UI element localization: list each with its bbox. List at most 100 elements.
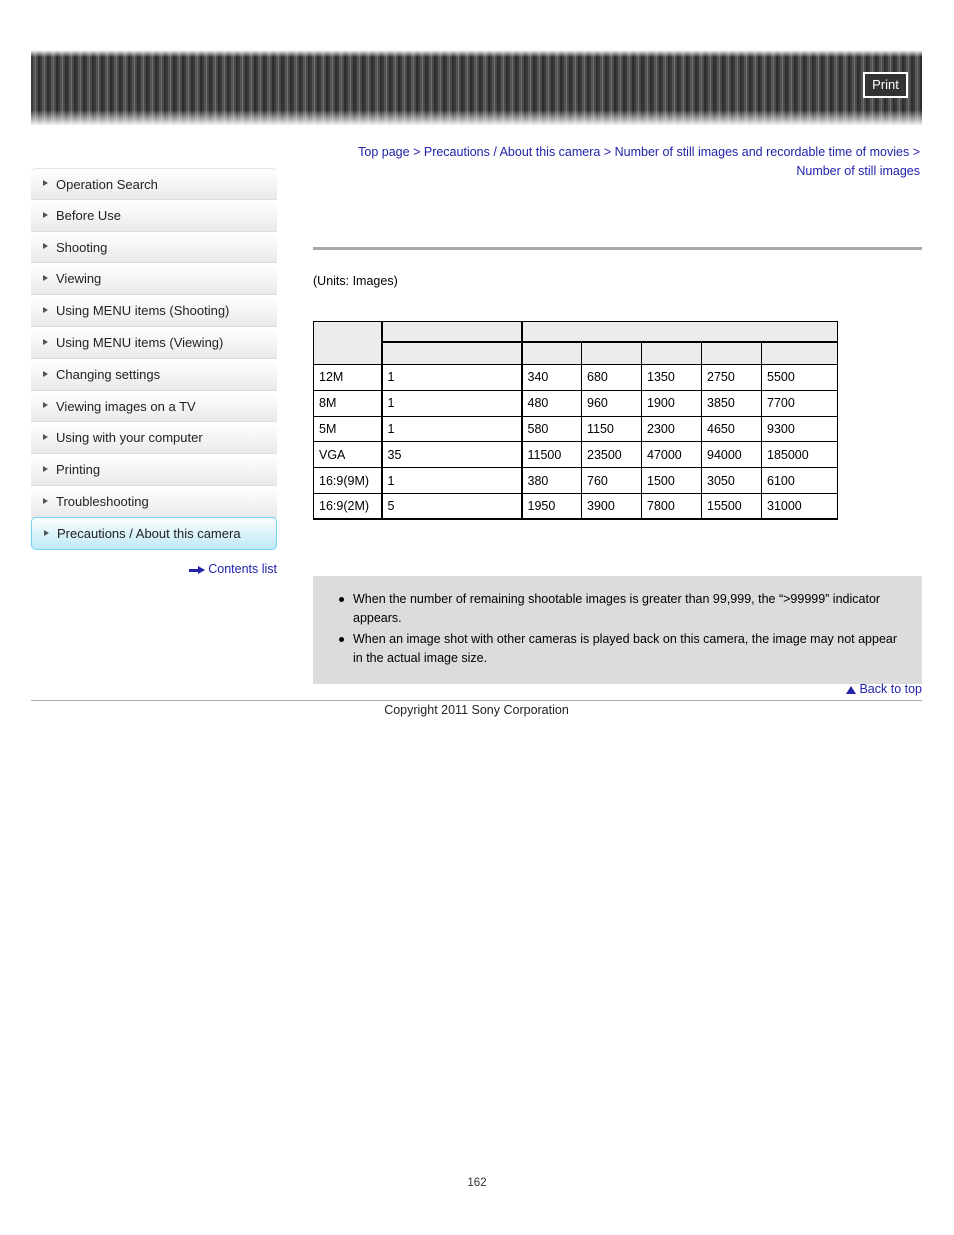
cell-card-2: 1150 <box>581 415 642 443</box>
cell-internal-memory: 1 <box>380 415 522 443</box>
sidebar-item-viewing[interactable]: Viewing <box>31 263 277 296</box>
sidebar-item-shooting[interactable]: Shooting <box>31 231 277 264</box>
sidebar-item-label: Printing <box>56 462 101 478</box>
cell-card-4: 3050 <box>701 467 762 494</box>
cell-card-5: 185000 <box>761 441 838 469</box>
cell-image-size: 16:9(2M) <box>313 492 382 521</box>
note-item: When the number of remaining shootable i… <box>339 590 902 628</box>
sidebar-item-changing-settings[interactable]: Changing settings <box>31 358 277 391</box>
back-to-top-label: Back to top <box>859 682 922 696</box>
cell-card-1: 580 <box>520 415 582 443</box>
arrow-right-icon <box>189 566 206 574</box>
chevron-right-icon <box>43 243 48 250</box>
table-header-cell-card-1 <box>520 341 582 365</box>
breadcrumb-item-top-page[interactable]: Top page <box>358 145 409 159</box>
table-header-cell-internal-memory <box>380 321 522 343</box>
cell-internal-memory: 1 <box>380 389 522 417</box>
chevron-right-icon <box>43 466 48 473</box>
table-header-cell-memory-card <box>520 321 838 343</box>
notes-box: When the number of remaining shootable i… <box>313 576 922 684</box>
cell-card-5: 9300 <box>761 415 838 443</box>
chevron-right-icon <box>43 370 48 377</box>
sidebar-item-label: Using with your computer <box>56 430 203 446</box>
cell-card-5: 6100 <box>761 467 838 494</box>
chevron-right-icon <box>43 434 48 441</box>
sidebar-item-label: Using MENU items (Viewing) <box>56 334 224 350</box>
note-item: When an image shot with other cameras is… <box>339 630 902 668</box>
cell-card-3: 1350 <box>641 364 702 391</box>
chevron-right-icon <box>43 275 48 282</box>
cell-card-3: 1900 <box>641 389 702 417</box>
table-header-row-2 <box>314 341 838 365</box>
sidebar-item-using-menu-items-shooting[interactable]: Using MENU items (Shooting) <box>31 295 277 327</box>
cell-image-size: 5M <box>313 415 382 443</box>
cell-image-size: 16:9(9M) <box>313 467 382 494</box>
sidebar-item-before-use[interactable]: Before Use <box>31 199 277 232</box>
cell-card-3: 7800 <box>641 492 702 521</box>
sidebar-item-using-with-your-computer[interactable]: Using with your computer <box>31 422 277 455</box>
chevron-right-icon <box>43 497 48 504</box>
cell-card-5: 31000 <box>761 492 838 521</box>
sidebar-item-viewing-images-on-a-tv[interactable]: Viewing images on a TV <box>31 390 277 423</box>
cell-card-1: 340 <box>520 364 582 391</box>
table-header-row-1 <box>313 321 838 365</box>
breadcrumb-item-number-of-still-images[interactable]: Number of still images <box>796 164 920 178</box>
triangle-up-icon <box>846 686 857 694</box>
sidebar-item-precautions-about-this-camera[interactable]: Precautions / About this camera <box>31 516 277 550</box>
page-number: 162 <box>467 1177 487 1189</box>
notes-list: When the number of remaining shootable i… <box>335 590 902 668</box>
sidebar-item-label: Viewing <box>56 271 102 287</box>
cell-card-2: 760 <box>581 467 642 494</box>
cell-card-3: 47000 <box>641 441 702 469</box>
cell-card-4: 3850 <box>701 389 762 417</box>
sidebar-item-label: Troubleshooting <box>56 493 149 509</box>
cell-card-4: 4650 <box>701 415 762 443</box>
sidebar-item-operation-search[interactable]: Operation Search <box>31 168 277 200</box>
table-row: 16:9(9M) 1 380 760 1500 3050 6100 <box>313 467 838 494</box>
header-banner: Print <box>31 50 922 126</box>
chevron-right-icon <box>43 338 48 345</box>
table-row: 8M 1 480 960 1900 3850 7700 <box>313 389 838 417</box>
cell-card-2: 960 <box>581 389 642 417</box>
cell-image-size: 12M <box>313 364 382 391</box>
table-row: 5M 1 580 1150 2300 4650 9300 <box>313 415 838 443</box>
cell-card-1: 480 <box>520 389 582 417</box>
breadcrumb-item-precautions[interactable]: Precautions / About this camera <box>424 145 600 159</box>
sidebar-item-label: Operation Search <box>56 177 158 192</box>
cell-internal-memory: 1 <box>380 364 522 391</box>
print-button[interactable]: Print <box>863 72 908 98</box>
table-header-cell-card-3 <box>641 341 702 365</box>
cell-card-3: 2300 <box>641 415 702 443</box>
breadcrumb-separator: > <box>912 145 920 159</box>
cell-card-2: 3900 <box>581 492 642 521</box>
table-row: VGA 35 11500 23500 47000 94000 185000 <box>313 441 838 469</box>
sidebar-item-label: Viewing images on a TV <box>56 398 196 414</box>
cell-internal-memory: 1 <box>380 467 522 494</box>
chevron-right-icon <box>43 180 48 187</box>
cell-card-2: 680 <box>581 364 642 391</box>
cell-card-1: 11500 <box>520 441 582 469</box>
cell-card-3: 1500 <box>641 467 702 494</box>
cell-internal-memory: 5 <box>380 492 522 521</box>
cell-card-1: 1950 <box>520 492 582 521</box>
contents-list-label: Contents list <box>208 562 277 576</box>
sidebar-item-troubleshooting[interactable]: Troubleshooting <box>31 485 277 518</box>
content-top-divider <box>313 247 922 250</box>
contents-list-link[interactable]: Contents list <box>31 562 277 576</box>
cell-card-5: 5500 <box>761 364 838 391</box>
breadcrumb: Top page > Precautions / About this came… <box>320 143 920 181</box>
cell-image-size: 8M <box>313 389 382 417</box>
sidebar-item-using-menu-items-viewing[interactable]: Using MENU items (Viewing) <box>31 326 277 359</box>
table-header-cell-card-5 <box>761 341 838 365</box>
sidebar-item-printing[interactable]: Printing <box>31 454 277 486</box>
table-header-cell-internal-capacity <box>380 341 522 365</box>
table-header <box>313 321 838 365</box>
back-to-top-link[interactable]: Back to top <box>700 682 922 696</box>
still-image-capacity-table: 12M 1 340 680 1350 2750 5500 8M 1 480 96… <box>313 321 838 521</box>
cell-card-2: 23500 <box>581 441 642 469</box>
sidebar-item-label: Shooting <box>56 239 108 255</box>
cell-card-4: 94000 <box>701 441 762 469</box>
breadcrumb-item-number-of-still-images-and-movies[interactable]: Number of still images and recordable ti… <box>615 145 910 159</box>
breadcrumb-separator: > <box>603 145 612 159</box>
sidebar-item-label: Changing settings <box>56 366 161 382</box>
